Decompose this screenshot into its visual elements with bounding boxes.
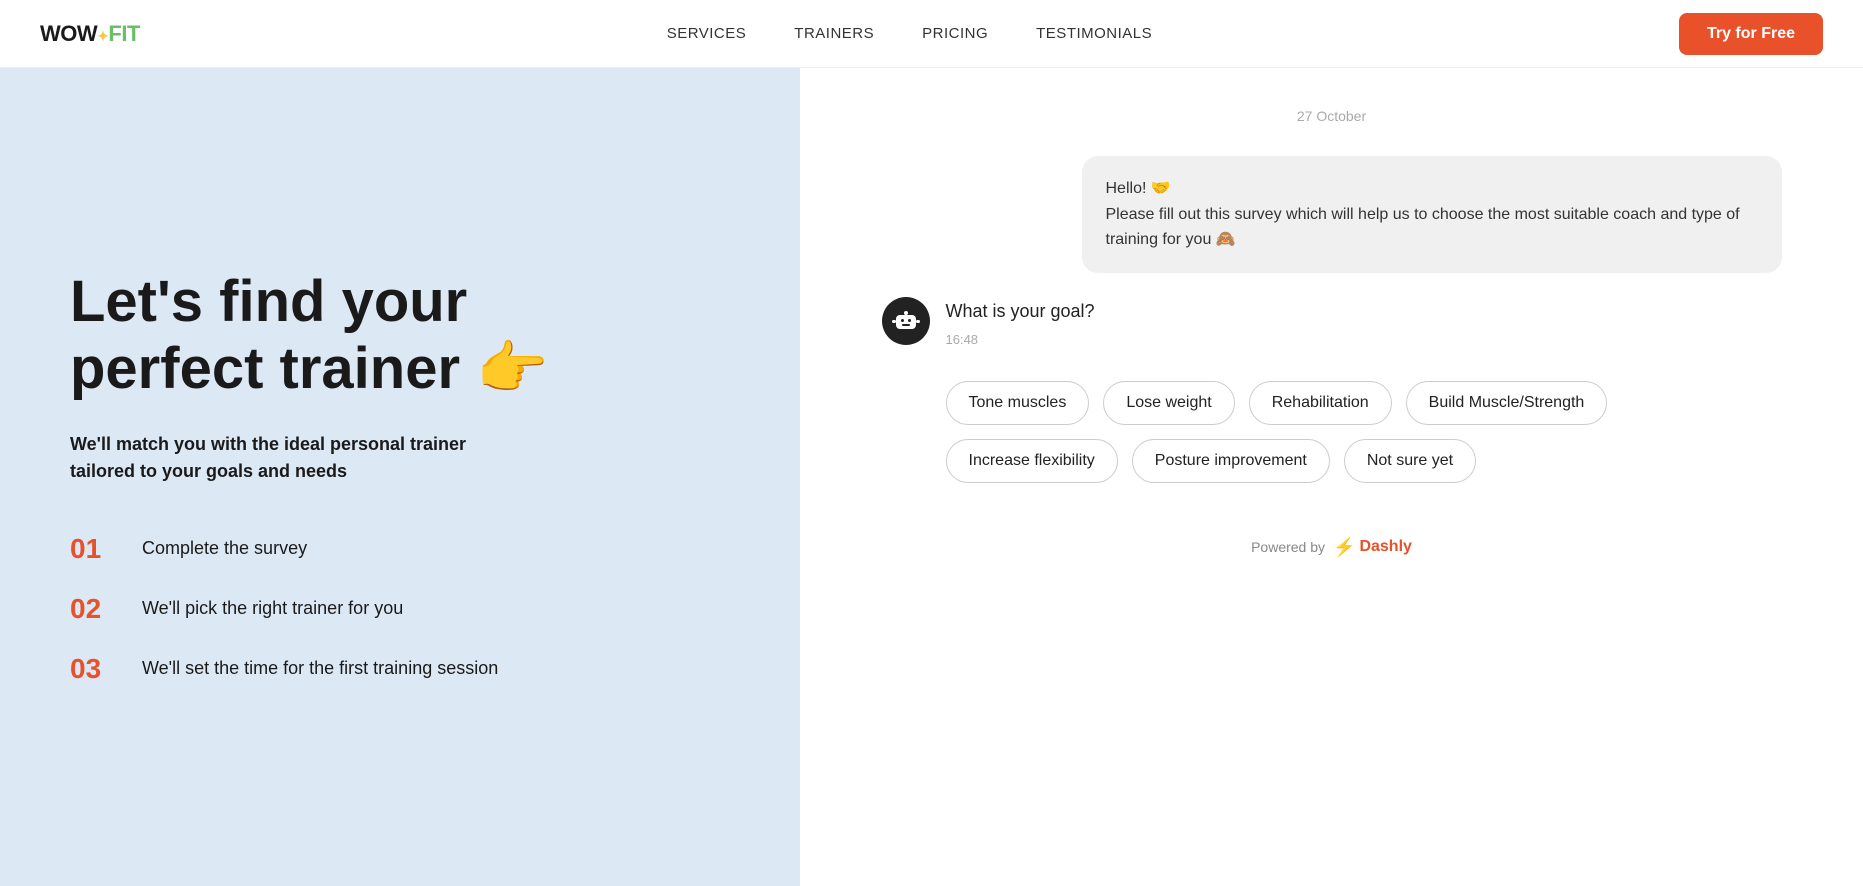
goal-options: Tone muscles Lose weight Rehabilitation … (882, 381, 1782, 483)
logo: WOW✦FIT (40, 21, 140, 47)
goal-increase-flexibility[interactable]: Increase flexibility (946, 439, 1118, 483)
step-2: 02 We'll pick the right trainer for you (70, 593, 730, 625)
right-panel: 27 October Hello! 🤝 Please fill out this… (800, 68, 1863, 886)
bot-greeting-bubble: Hello! 🤝 Please fill out this survey whi… (1082, 156, 1782, 273)
goal-not-sure-yet[interactable]: Not sure yet (1344, 439, 1476, 483)
goal-rehabilitation[interactable]: Rehabilitation (1249, 381, 1392, 425)
dashly-brand: ⚡ Dashly (1333, 537, 1412, 558)
step-1-text: Complete the survey (142, 538, 307, 559)
nav-testimonials[interactable]: TESTIMONIALS (1036, 25, 1152, 42)
step-2-text: We'll pick the right trainer for you (142, 598, 403, 619)
nav-links: SERVICES TRAINERS PRICING TESTIMONIALS (667, 25, 1152, 43)
chat-container: 27 October Hello! 🤝 Please fill out this… (882, 108, 1782, 558)
bot-question-text: What is your goal? (946, 297, 1095, 326)
main-content: Let's find your perfect trainer 👉 We'll … (0, 68, 1863, 886)
bot-time: 16:48 (946, 332, 1095, 347)
powered-by-text: Powered by (1251, 539, 1325, 555)
logo-fit: FIT (108, 21, 140, 46)
bot-avatar (882, 297, 930, 345)
step-3-text: We'll set the time for the first trainin… (142, 658, 498, 679)
step-3-number: 03 (70, 653, 122, 685)
dashly-name: Dashly (1359, 538, 1411, 556)
bot-question-row: What is your goal? 16:48 (882, 297, 1782, 347)
nav-trainers[interactable]: TRAINERS (794, 25, 874, 42)
hero-subtitle: We'll match you with the ideal personal … (70, 431, 530, 485)
chat-date: 27 October (882, 108, 1782, 124)
step-1-number: 01 (70, 533, 122, 565)
hero-title: Let's find your perfect trainer 👉 (70, 269, 730, 402)
step-3: 03 We'll set the time for the first trai… (70, 653, 730, 685)
try-for-free-button[interactable]: Try for Free (1679, 13, 1823, 55)
goal-posture-improvement[interactable]: Posture improvement (1132, 439, 1330, 483)
nav-pricing[interactable]: PRICING (922, 25, 988, 42)
navbar: WOW✦FIT SERVICES TRAINERS PRICING TESTIM… (0, 0, 1863, 68)
step-2-number: 02 (70, 593, 122, 625)
dashly-icon: ⚡ (1333, 537, 1355, 558)
nav-services[interactable]: SERVICES (667, 25, 747, 42)
goal-tone-muscles[interactable]: Tone muscles (946, 381, 1090, 425)
logo-wow: WOW (40, 21, 97, 46)
powered-by-footer: Powered by ⚡ Dashly (882, 537, 1782, 558)
goal-build-muscle[interactable]: Build Muscle/Strength (1406, 381, 1608, 425)
step-1: 01 Complete the survey (70, 533, 730, 565)
bot-question-area: What is your goal? 16:48 (946, 297, 1095, 347)
left-panel: Let's find your perfect trainer 👉 We'll … (0, 68, 800, 886)
goal-lose-weight[interactable]: Lose weight (1103, 381, 1234, 425)
steps-list: 01 Complete the survey 02 We'll pick the… (70, 533, 730, 685)
